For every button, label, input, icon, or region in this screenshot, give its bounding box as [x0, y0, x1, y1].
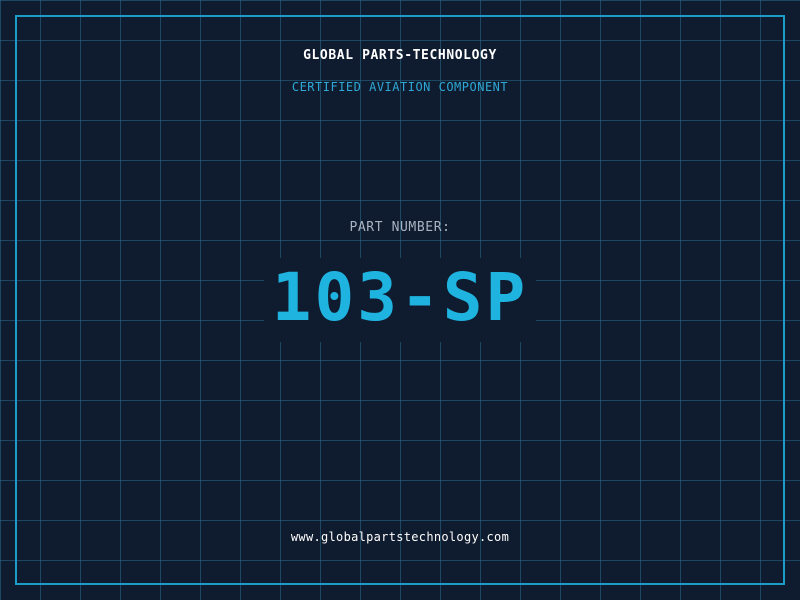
part-number-container: 103-SP [0, 258, 800, 342]
certification-subtitle: CERTIFIED AVIATION COMPONENT [291, 80, 509, 94]
part-number-label: PART NUMBER: [349, 220, 451, 235]
company-name: GLOBAL PARTS-TECHNOLOGY [303, 48, 497, 63]
label-canvas: GLOBAL PARTS-TECHNOLOGY CERTIFIED AVIATI… [0, 0, 800, 600]
part-number-value: 103-SP [263, 258, 537, 342]
website-url: www.globalpartstechnology.com [290, 530, 510, 544]
